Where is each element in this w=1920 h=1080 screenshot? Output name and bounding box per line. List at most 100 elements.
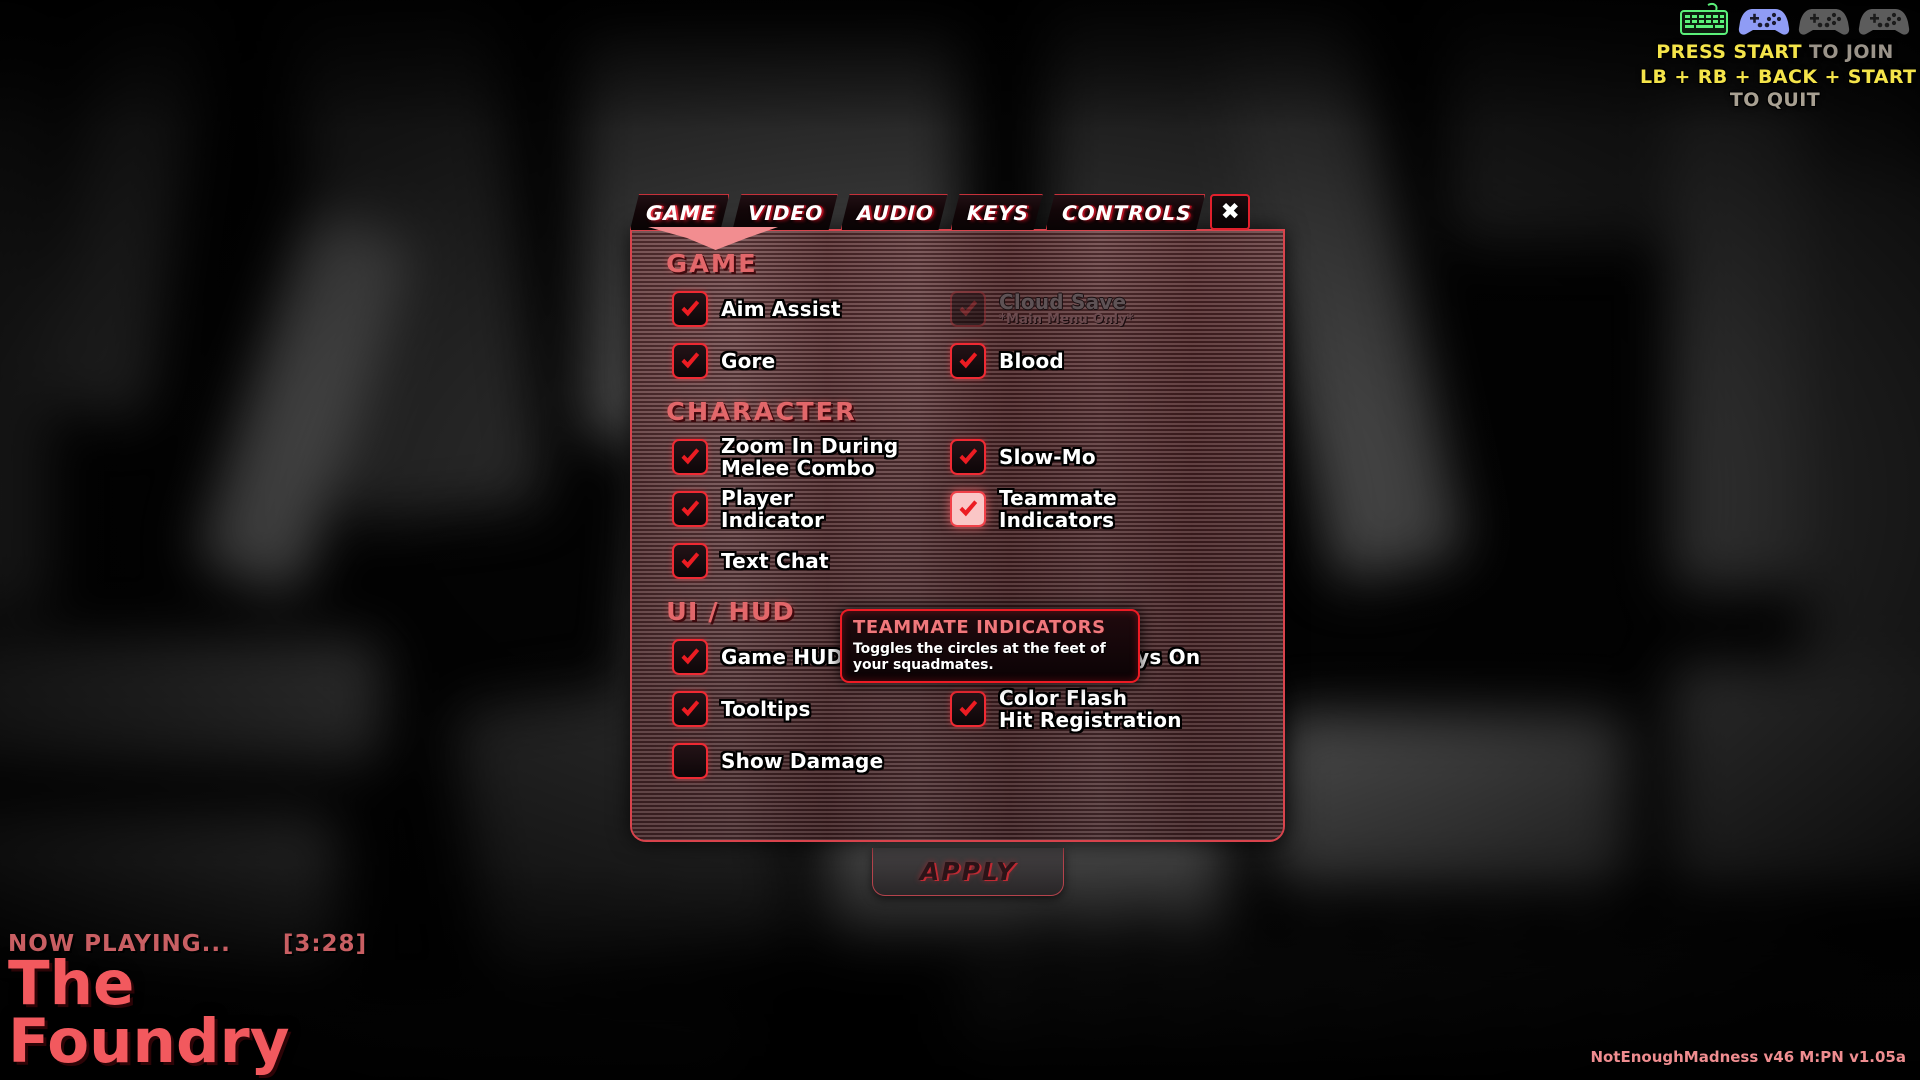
gamepad-icon [1858,2,1910,38]
option-sublabel: *Main Menu Only* [999,312,1134,328]
option-slow-mo-text: Slow-Mo [999,444,1096,469]
check-icon [959,500,978,517]
gamepad-icon [1798,2,1850,38]
check-icon [959,300,978,317]
option-zoom-melee-text: Zoom In During Melee Combo [721,436,898,478]
option-color-flash-hit-reg-text: Color Flash Hit Registration [999,688,1182,730]
option-label-line2: Indicators [999,507,1115,532]
option-label-line2: Hit Registration [999,707,1182,732]
version-text: NotEnoughMadness v46 M:PN v1.05a [1590,1048,1906,1066]
press-start-text: PRESS START [1656,41,1802,63]
option-label-line2: Melee Combo [721,455,875,480]
option-cloud-save-text: Cloud Save *Main Menu Only* [999,289,1134,328]
check-icon [681,700,700,717]
checkbox-game-hud[interactable] [672,639,708,675]
settings-content: GAME Aim Assist Cloud Save *Main Menu On… [632,231,1283,840]
option-label: Show Damage [721,748,884,773]
option-label: Teammate [999,486,1117,511]
option-label: Player [721,486,794,511]
option-zoom-melee[interactable]: Zoom In During Melee Combo [654,435,932,479]
tab-controls-label: CONTROLS [1061,200,1192,225]
option-label: Zoom In During [721,434,899,459]
option-text-chat[interactable]: Text Chat [654,539,932,583]
checkbox-blood[interactable] [950,343,986,379]
tab-controls[interactable]: CONTROLS [1046,194,1206,230]
option-cloud-save[interactable]: Cloud Save *Main Menu Only* [932,287,1261,331]
section-header-character: CHARACTER [666,397,857,426]
checkbox-slow-mo[interactable] [950,439,986,475]
check-icon [959,448,978,465]
quit-label: TO QUIT [1729,89,1821,111]
option-teammate-indicators[interactable]: Teammate Indicators [932,487,1261,531]
now-playing-duration: [3:28] [282,931,368,958]
option-slow-mo[interactable]: Slow-Mo [932,435,1261,479]
check-icon [681,352,700,369]
section-options-character: Zoom In During Melee Combo Slow-Mo Playe… [654,435,1261,583]
check-icon [959,352,978,369]
checkbox-cloud-save[interactable] [950,291,986,327]
close-icon: ✖ [1220,198,1240,225]
tab-audio-label: AUDIO [856,200,934,225]
checkbox-teammate-indicators[interactable] [950,491,986,527]
checkbox-tooltips[interactable] [672,691,708,727]
check-icon [681,448,700,465]
apply-button-label: APPLY [919,857,1017,886]
tooltip-title: TEAMMATE INDICATORS [853,617,1106,638]
tab-video[interactable]: VIDEO [732,194,837,230]
option-blood[interactable]: Blood [932,339,1261,383]
to-join-text: TO JOIN [1801,41,1894,63]
tab-game-label: GAME [645,200,716,225]
option-player-indicator[interactable]: Player Indicator [654,487,932,531]
option-label: Tooltips [721,696,811,721]
option-label: Slow-Mo [999,444,1096,469]
option-label: Text Chat [721,548,829,573]
close-button[interactable]: ✖ [1210,194,1251,230]
tab-game[interactable]: GAME [630,194,729,230]
tab-video-label: VIDEO [748,200,825,225]
option-label: Blood [999,348,1064,373]
option-tooltips[interactable]: Tooltips [654,687,932,731]
tab-keys[interactable]: KEYS [951,194,1043,230]
settings-window: GAME VIDEO AUDIO KEYS CONTROLS ✖ GAME Ai… [630,192,1285,842]
checkbox-zoom-melee[interactable] [672,439,708,475]
checkbox-gore[interactable] [672,343,708,379]
option-tooltips-text: Tooltips [721,696,811,721]
keyboard-icon [1678,2,1730,38]
now-playing-track-title: The Foundry [8,948,290,1077]
tooltip: TEAMMATE INDICATORS Toggles the circles … [840,609,1140,683]
checkbox-aim-assist[interactable] [672,291,708,327]
option-text-chat-text: Text Chat [721,548,829,573]
tab-keys-label: KEYS [966,200,1029,225]
option-aim-assist-text: Aim Assist [721,296,841,321]
settings-panel: GAME Aim Assist Cloud Save *Main Menu On… [630,229,1285,842]
option-show-damage[interactable]: Show Damage [654,739,932,783]
check-icon [681,300,700,317]
check-icon [681,500,700,517]
option-aim-assist[interactable]: Aim Assist [654,287,932,331]
apply-button[interactable]: APPLY [872,848,1064,896]
checkbox-color-flash-hit-reg[interactable] [950,691,986,727]
section-options-game: Aim Assist Cloud Save *Main Menu Only* G… [654,287,1261,383]
gamepad-icon [1738,2,1790,38]
option-label-line2: Indicator [721,507,825,532]
now-playing-widget: NOW PLAYING... [3:28] The Foundry [8,931,428,1077]
option-show-damage-text: Show Damage [721,748,884,773]
checkbox-show-damage[interactable] [672,743,708,779]
quit-combo-hint: LB + RB + BACK + START [1640,66,1917,88]
tab-audio[interactable]: AUDIO [841,194,948,230]
option-label: Aim Assist [721,296,841,321]
option-game-hud-text: Game HUD [721,644,844,669]
checkbox-text-chat[interactable] [672,543,708,579]
check-icon [681,648,700,665]
option-color-flash-hit-reg[interactable]: Color Flash Hit Registration [932,687,1261,731]
option-label: Game HUD [721,644,844,669]
option-gore[interactable]: Gore [654,339,932,383]
option-label: Cloud Save [999,289,1127,314]
press-start-hint: PRESS START TO JOIN [1640,41,1910,63]
settings-tab-strip: GAME VIDEO AUDIO KEYS CONTROLS ✖ [630,192,1285,250]
option-gore-text: Gore [721,350,775,371]
checkbox-player-indicator[interactable] [672,491,708,527]
option-blood-text: Blood [999,348,1064,373]
